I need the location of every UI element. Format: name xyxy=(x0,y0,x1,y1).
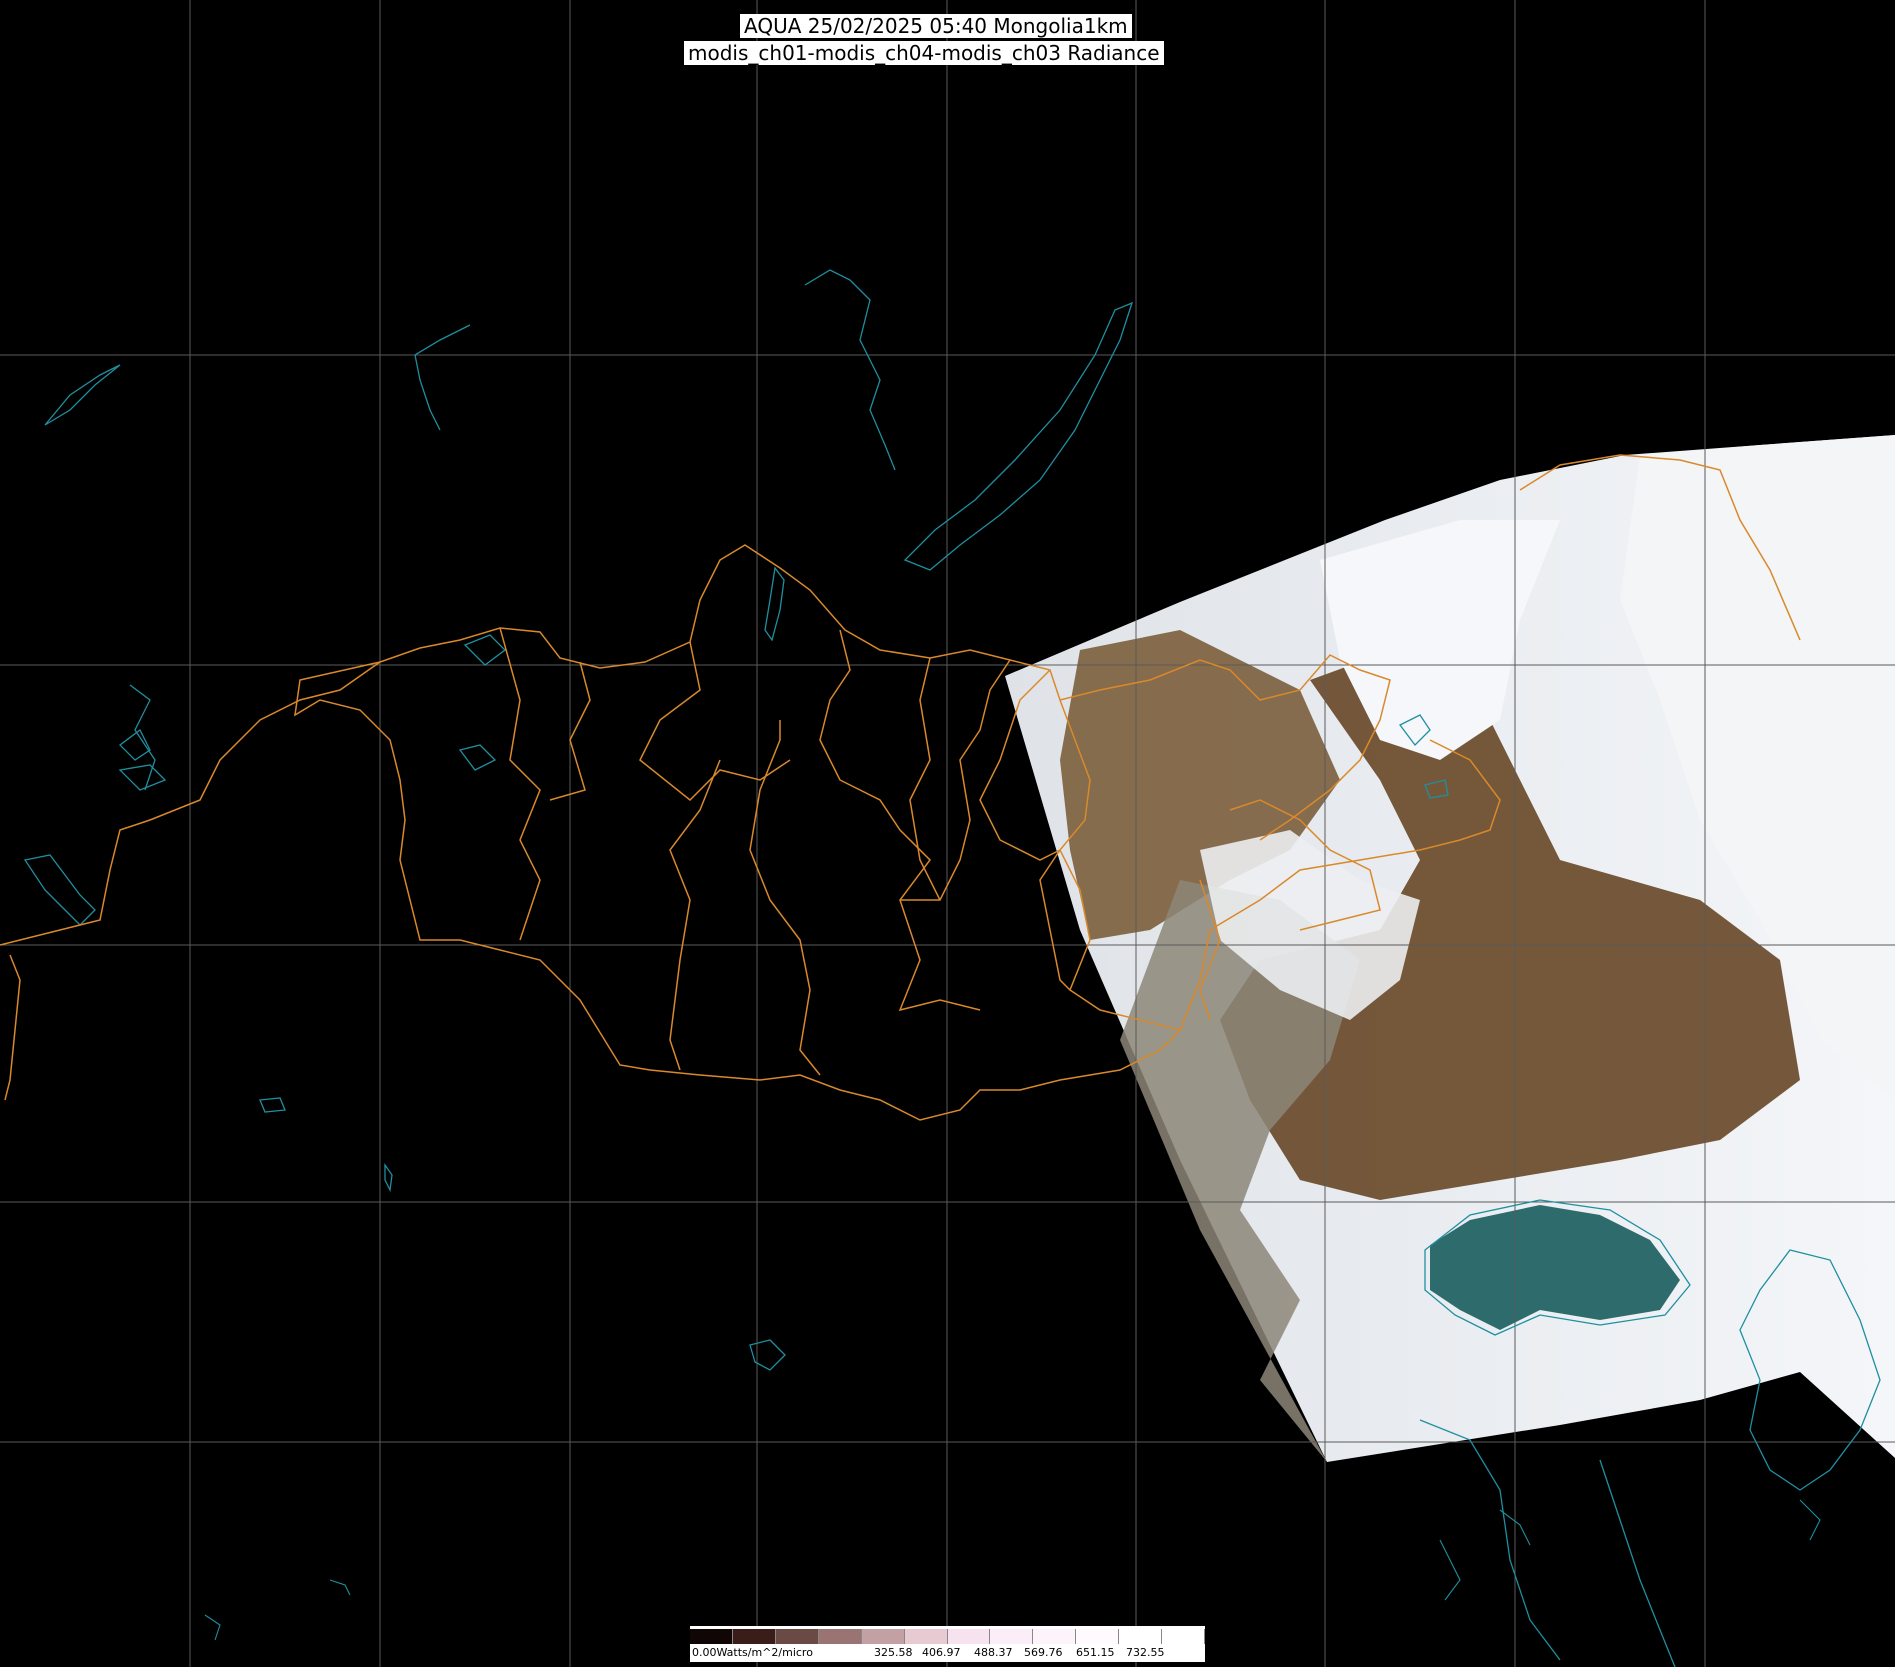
colorbar-swatch xyxy=(818,1629,862,1644)
colorbar-swatch xyxy=(1033,1629,1077,1644)
map-title-line2: modis_ch01-modis_ch04-modis_ch03 Radianc… xyxy=(684,41,1164,65)
colorbar-swatch xyxy=(775,1629,819,1644)
colorbar-tick-label: 406.97 xyxy=(922,1646,961,1659)
map-title-line1: AQUA 25/02/2025 05:40 Mongolia1km xyxy=(740,14,1132,38)
colorbar-swatch xyxy=(1119,1629,1163,1644)
colorbar-legend: 0.00Watts/m^2/micro 325.58 406.97 488.37… xyxy=(690,1626,1206,1662)
colorbar-swatch xyxy=(732,1629,776,1644)
colorbar-swatch xyxy=(990,1629,1034,1644)
colorbar-strip xyxy=(690,1629,1206,1644)
colorbar-labels: 0.00Watts/m^2/micro 325.58 406.97 488.37… xyxy=(690,1646,1205,1660)
colorbar-swatch xyxy=(1162,1629,1206,1644)
colorbar-tick-label: 488.37 xyxy=(974,1646,1013,1659)
colorbar-swatch xyxy=(861,1629,905,1644)
colorbar-tick-label: 651.15 xyxy=(1076,1646,1115,1659)
colorbar-swatch xyxy=(947,1629,991,1644)
colorbar-unit-label: 0.00Watts/m^2/micro xyxy=(692,1646,813,1659)
colorbar-tick-label: 732.55 xyxy=(1126,1646,1165,1659)
colorbar-swatch xyxy=(904,1629,948,1644)
colorbar-tick-label: 325.58 xyxy=(874,1646,913,1659)
colorbar-swatch xyxy=(1076,1629,1120,1644)
colorbar-tick-label: 569.76 xyxy=(1024,1646,1063,1659)
colorbar-swatch xyxy=(690,1629,733,1644)
satellite-map xyxy=(0,0,1895,1667)
